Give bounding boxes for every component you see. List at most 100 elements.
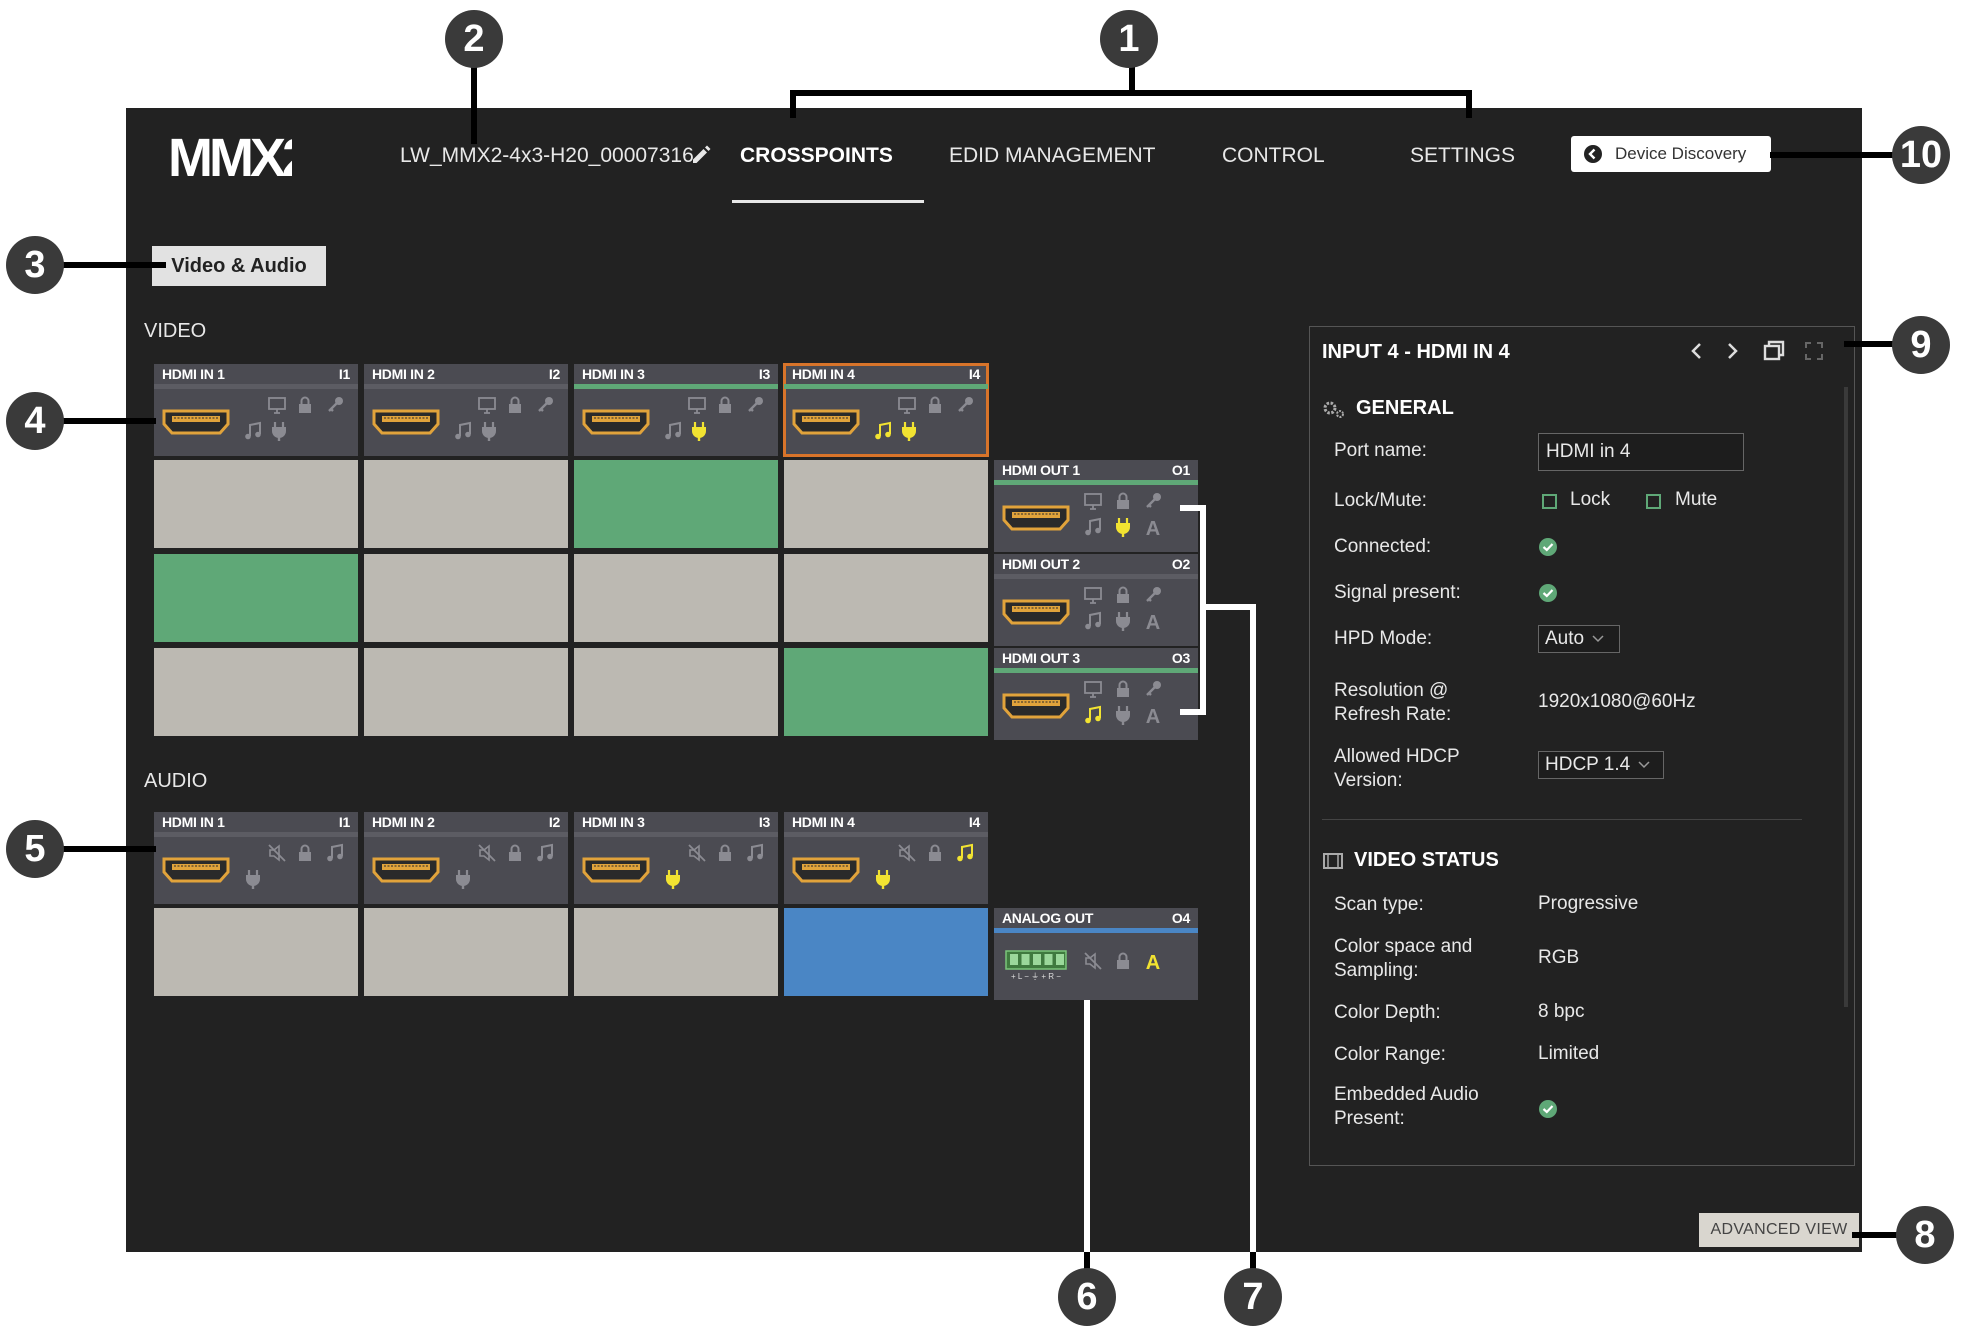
music-note-icon [327,843,343,862]
plug-icon [482,422,496,441]
crosspoint-cell[interactable] [784,554,988,642]
colorspace-value: RGB [1538,947,1580,968]
video-audio-mode-button[interactable]: Video & Audio [152,246,326,286]
mute-checkbox[interactable] [1646,494,1661,509]
music-note-icon [1085,705,1101,724]
analog-terminal-icon: + L − ⏚ + R − [1005,950,1067,981]
monitor-icon [478,397,496,414]
port-name: HDMI IN 1 [162,814,225,830]
monitor-icon [1084,493,1102,510]
crosspoint-cell[interactable] [154,554,358,642]
plug-icon [272,422,286,441]
audio-input-tile[interactable]: HDMI IN 1 I1 [154,812,358,904]
hdcp-version-select[interactable]: HDCP 1.4 [1538,751,1664,779]
hpd-mode-value: Auto [1545,628,1585,649]
monitor-icon [1084,681,1102,698]
lock-icon [299,844,311,861]
crosspoint-cell[interactable] [154,460,358,548]
crosspoint-cell[interactable] [364,460,568,548]
hdmi-connector-icon [372,857,440,883]
port-header: HDMI OUT 1 O1 [994,460,1198,480]
lock-icon [929,844,941,861]
crosspoint-cell[interactable] [784,648,988,736]
device-discovery-button[interactable]: Device Discovery [1571,136,1771,172]
tab-control[interactable]: CONTROL [1222,144,1325,168]
tab-crosspoints[interactable]: CROSSPOINTS [740,144,893,168]
video-input-tile[interactable]: HDMI IN 3 I3 [574,364,778,456]
signal-check-icon [1539,584,1557,602]
video-input-tile[interactable]: HDMI IN 2 I2 [364,364,568,456]
video-input-tile[interactable]: HDMI IN 4 I4 [783,363,989,457]
crosspoint-cell[interactable] [574,554,778,642]
advanced-view-button[interactable]: ADVANCED VIEW [1699,1213,1859,1247]
hpd-mode-select[interactable]: Auto [1538,625,1620,653]
fullscreen-icon[interactable] [1802,339,1826,363]
audio-output-tile[interactable]: ANALOG OUT O4 + L − ⏚ + R − A [994,908,1198,1000]
panel-title: INPUT 4 - HDMI IN 4 [1322,341,1510,363]
port-header: HDMI IN 3 I3 [574,812,778,832]
callout-5: 5 [6,820,64,878]
signal-stripe [994,668,1198,673]
lock-checkbox[interactable] [1542,494,1557,509]
edit-name-icon[interactable] [690,142,714,166]
crosspoint-cell[interactable] [574,908,778,996]
crosspoint-cell[interactable] [784,460,988,548]
music-note-icon [245,421,261,440]
audio-section-label: AUDIO [144,770,208,792]
plug-icon [1116,612,1130,631]
port-id: O2 [1171,556,1190,572]
signal-stripe [154,384,358,389]
port-name: HDMI IN 4 [792,814,855,830]
video-output-tile[interactable]: HDMI OUT 1 O1 A [994,460,1198,552]
key-icon [1146,493,1161,508]
crosspoint-cell[interactable] [364,908,568,996]
letter-a-icon: A [1146,518,1160,538]
next-port-icon[interactable] [1720,339,1744,363]
scan-type-value: Progressive [1538,893,1639,914]
audio-input-tile[interactable]: HDMI IN 4 I4 [784,812,988,904]
port-header: HDMI IN 1 I1 [154,812,358,832]
callout-8: 8 [1896,1206,1954,1264]
tab-edid-management[interactable]: EDID MANAGEMENT [949,144,1156,168]
crosspoint-cell[interactable] [154,648,358,736]
plug-icon [876,870,890,889]
popout-window-icon[interactable] [1762,339,1786,363]
crosspoint-cell[interactable] [364,648,568,736]
key-icon [1146,681,1161,696]
crosspoint-cell[interactable] [154,908,358,996]
crosspoint-cell[interactable] [364,554,568,642]
video-output-tile[interactable]: HDMI OUT 2 O2 A [994,554,1198,646]
resolution-label-line2: Refresh Rate: [1334,704,1452,725]
video-status-section-title: VIDEO STATUS [1322,849,1499,872]
audio-input-tile[interactable]: HDMI IN 3 I3 [574,812,778,904]
device-name: LW_MMX2-4x3-H20_00007316 [400,144,694,167]
audio-input-tile[interactable]: HDMI IN 2 I2 [364,812,568,904]
port-name-input[interactable]: HDMI in 4 [1538,433,1744,471]
callout-5-line [60,846,156,852]
connected-label: Connected: [1334,536,1432,557]
tab-settings[interactable]: SETTINGS [1410,144,1515,168]
mute-icon [478,844,496,862]
port-id: I2 [548,366,560,382]
port-id: I4 [968,814,980,830]
plug-icon [246,870,260,889]
panel-scrollbar[interactable] [1844,387,1848,1007]
previous-port-icon[interactable] [1685,339,1709,363]
lock-mute-label: Lock/Mute: [1334,490,1427,511]
crosspoint-cell[interactable] [574,648,778,736]
crosspoint-cell[interactable] [574,460,778,548]
gears-icon [1323,401,1344,418]
port-header: HDMI IN 4 I4 [784,364,988,384]
video-output-tile[interactable]: HDMI OUT 3 O3 A [994,648,1198,740]
chevron-down-icon [1638,761,1650,769]
signal-stripe [784,832,988,837]
key-icon [748,397,763,412]
colorspace-label-line2: Sampling: [1334,960,1419,981]
hdmi-connector-icon [582,857,650,883]
callout-7-bracket [1180,709,1206,715]
lock-icon [299,396,311,413]
crosspoint-cell[interactable] [784,908,988,996]
key-icon [538,397,553,412]
hdmi-connector-icon [162,857,230,883]
video-input-tile[interactable]: HDMI IN 1 I1 [154,364,358,456]
